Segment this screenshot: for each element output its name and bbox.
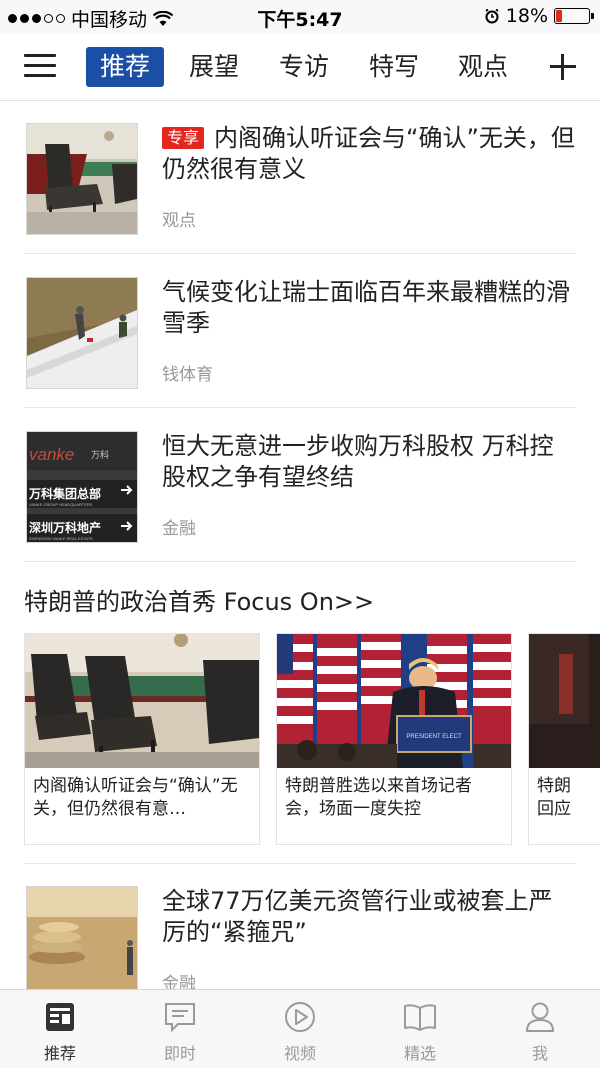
vanke-hq-sign: 万科集团总部 <box>28 486 101 501</box>
article-item[interactable]: vanke 万科 万科集团总部 VANKE GROUP HEADQUARTERS… <box>24 409 576 562</box>
bottom-nav-label: 推荐 <box>43 1044 76 1063</box>
tab-outlook[interactable]: 展望 <box>189 47 239 87</box>
chat-icon <box>165 1003 195 1033</box>
vanke-sz-sign: 深圳万科地产 <box>29 520 101 535</box>
focus-carousel[interactable]: 内阁确认听证会与“确认”无关，但仍然很有意… PRESIDENT ELECT 特… <box>24 633 600 845</box>
carousel-card-image <box>529 634 600 768</box>
plus-icon[interactable] <box>548 52 578 82</box>
bottom-nav-label: 即时 <box>163 1044 196 1063</box>
bottom-nav-recommend[interactable]: 推荐 <box>0 1000 120 1064</box>
article-title: 气候变化让瑞士面临百年来最糟糕的滑雪季 <box>162 278 570 337</box>
bottom-nav: 推荐 即时 视频 精选 我 <box>0 989 600 1068</box>
article-item[interactable]: 全球77万亿美元资管行业或被套上严厉的“紧箍咒” 金融 <box>24 864 576 989</box>
article-title: 专享 内阁确认听证会与“确认”无关，但仍然很有意义 <box>162 123 576 185</box>
carousel-card[interactable]: PRESIDENT ELECT 特朗普胜选以来首场记者会，场面一度失控 <box>276 633 512 845</box>
battery-percent: 18% <box>505 5 548 27</box>
vanke-cn: 万科 <box>91 449 109 461</box>
article-title: 恒大无意进一步收购万科股权 万科控股权之争有望终结 <box>162 432 554 491</box>
bottom-nav-instant[interactable]: 即时 <box>120 1000 240 1064</box>
bottom-nav-featured[interactable]: 精选 <box>360 1000 480 1064</box>
carousel-card-text: 特朗普胜选以来首场记者会，场面一度失控 <box>285 776 472 819</box>
news-feed: 专享 内阁确认听证会与“确认”无关，但仍然很有意义 观点 气候变化让瑞士面临百年来… <box>0 101 600 989</box>
article-thumbnail: vanke 万科 万科集团总部 VANKE GROUP HEADQUARTERS… <box>26 431 138 543</box>
article-item[interactable]: 专享 内阁确认听证会与“确认”无关，但仍然很有意义 观点 <box>24 101 576 254</box>
bottom-nav-video[interactable]: 视频 <box>240 1000 360 1064</box>
podium-sign: PRESIDENT ELECT <box>406 734 462 740</box>
carousel-card-image: PRESIDENT ELECT <box>277 634 511 768</box>
carousel-card[interactable]: 特朗回应 <box>528 633 600 845</box>
article-source: 金融 <box>162 974 196 989</box>
book-icon <box>404 1004 436 1031</box>
carousel-card-image <box>25 634 259 768</box>
carousel-card-text: 内阁确认听证会与“确认”无关，但仍然很有意… <box>33 776 238 819</box>
tab-feature[interactable]: 特写 <box>369 47 419 87</box>
article-thumbnail <box>26 277 138 389</box>
bottom-nav-me[interactable]: 我 <box>480 1000 600 1064</box>
article-source: 观点 <box>162 211 196 231</box>
top-nav: 推荐 展望 专访 特写 观点 <box>0 34 600 101</box>
article-thumbnail <box>26 886 138 989</box>
carousel-card-text: 特朗回应 <box>537 776 571 819</box>
article-source: 钱体育 <box>162 365 213 385</box>
article-title-text: 内阁确认听证会与“确认”无关，但仍然很有意义 <box>162 124 575 183</box>
tab-opinion[interactable]: 观点 <box>458 47 508 87</box>
exclusive-badge: 专享 <box>162 127 205 149</box>
bottom-nav-label: 视频 <box>283 1044 316 1063</box>
tab-recommend[interactable]: 推荐 <box>86 47 165 87</box>
user-icon <box>526 1002 554 1032</box>
bottom-nav-label: 精选 <box>403 1044 436 1063</box>
menu-icon[interactable] <box>24 54 56 80</box>
article-source: 金融 <box>162 519 196 539</box>
carousel-card[interactable]: 内阁确认听证会与“确认”无关，但仍然很有意… <box>24 633 260 845</box>
alarm-icon <box>485 8 499 24</box>
status-bar: 中国移动 下午5:47 18% <box>0 0 600 34</box>
battery-icon <box>554 8 594 24</box>
news-icon <box>46 1003 74 1031</box>
article-title: 全球77万亿美元资管行业或被套上严厉的“紧箍咒” <box>162 887 553 946</box>
vanke-sz-en: SHENZHEN VANKE REAL ESTATE <box>29 536 93 541</box>
bottom-nav-label: 我 <box>531 1044 548 1063</box>
section-title[interactable]: 特朗普的政治首秀 Focus On>> <box>24 582 374 617</box>
vanke-hq-en: VANKE GROUP HEADQUARTERS <box>29 502 93 507</box>
tab-interview[interactable]: 专访 <box>279 47 329 87</box>
article-thumbnail <box>26 123 138 235</box>
article-item[interactable]: 气候变化让瑞士面临百年来最糟糕的滑雪季 钱体育 <box>24 255 576 408</box>
play-icon <box>285 1002 315 1032</box>
vanke-logo: vanke <box>29 445 74 464</box>
